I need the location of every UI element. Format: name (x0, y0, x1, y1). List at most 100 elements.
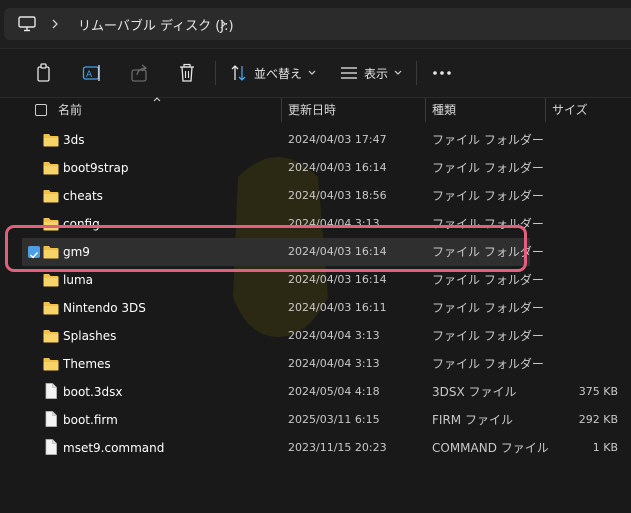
column-header-name[interactable]: 名前 (58, 98, 82, 122)
row-name[interactable]: boot9strap (63, 154, 129, 182)
rename-icon: A (82, 65, 100, 81)
folder-icon (43, 328, 59, 347)
select-all-checkbox[interactable] (35, 104, 47, 116)
row-type: ファイル フォルダー (432, 245, 544, 259)
row-date: 2024/04/03 16:14 (288, 161, 387, 174)
breadcrumb[interactable]: リムーバブル ディスク (J:) (4, 8, 631, 40)
table-row[interactable]: config 2024/04/04 3:13 ファイル フォルダー (22, 210, 544, 238)
sort-icon (231, 65, 246, 81)
column-header-size[interactable]: サイズ (552, 98, 588, 122)
table-row[interactable]: luma 2024/04/03 16:14 ファイル フォルダー (22, 266, 544, 294)
row-type: COMMAND ファイル (432, 441, 549, 455)
file-icon (45, 383, 57, 403)
folder-icon (43, 272, 59, 291)
row-name[interactable]: Themes (63, 350, 111, 378)
row-name[interactable]: luma (63, 266, 93, 294)
table-row-selected[interactable]: gm9 2024/04/03 16:14 ファイル フォルダー (22, 238, 544, 266)
row-name[interactable]: Splashes (63, 322, 116, 350)
row-date: 2023/11/15 20:23 (288, 441, 387, 454)
view-label: 表示 (364, 66, 389, 81)
row-type: ファイル フォルダー (432, 273, 544, 287)
row-name[interactable]: boot.firm (63, 406, 118, 434)
row-name[interactable]: Nintendo 3DS (63, 294, 146, 322)
row-type: 3DSX ファイル (432, 385, 517, 399)
row-type: ファイル フォルダー (432, 161, 544, 175)
folder-icon (43, 356, 59, 375)
row-name[interactable]: config (63, 210, 100, 238)
column-divider[interactable] (545, 98, 546, 122)
row-name[interactable]: mset9.command (63, 434, 164, 462)
row-checkbox-checked[interactable] (28, 246, 40, 259)
column-divider[interactable] (281, 98, 282, 122)
cut-icon (0, 63, 4, 83)
row-type: ファイル フォルダー (432, 217, 544, 231)
more-icon (433, 71, 451, 75)
sort-label: 並べ替え (254, 66, 303, 81)
row-name[interactable]: 3ds (63, 126, 85, 154)
delete-button[interactable] (178, 61, 196, 85)
table-row[interactable]: Nintendo 3DS 2024/04/03 16:11 ファイル フォルダー (22, 294, 544, 322)
row-type: FIRM ファイル (432, 413, 513, 427)
sort-button[interactable]: 並べ替え (230, 61, 316, 85)
trash-icon (180, 63, 194, 82)
share-icon (131, 64, 148, 82)
table-row[interactable]: Themes 2024/04/04 3:13 ファイル フォルダー (22, 350, 544, 378)
row-name[interactable]: cheats (63, 182, 103, 210)
row-size: 375 KB (578, 385, 618, 398)
row-date: 2024/05/04 4:18 (288, 385, 380, 398)
table-row[interactable]: boot.3dsx 2024/05/04 4:18 3DSX ファイル (22, 378, 530, 406)
toolbar-divider (416, 61, 417, 85)
table-row[interactable]: mset9.command 2023/11/15 20:23 COMMAND ファイ… (22, 434, 549, 462)
copy-icon (37, 63, 50, 82)
row-date: 2024/04/04 3:13 (288, 329, 380, 342)
row-date: 2024/04/04 3:13 (288, 217, 380, 230)
row-type: ファイル フォルダー (432, 189, 544, 203)
row-type: ファイル フォルダー (432, 133, 544, 147)
more-options-button[interactable] (432, 61, 452, 85)
row-name[interactable]: boot.3dsx (63, 378, 122, 406)
chevron-right-icon[interactable] (50, 17, 60, 31)
row-date: 2025/03/11 6:15 (288, 413, 380, 426)
view-button[interactable]: 表示 (340, 61, 402, 85)
folder-icon (43, 244, 59, 263)
rename-button[interactable]: A (82, 61, 102, 85)
folder-icon (43, 188, 59, 207)
folder-icon (43, 216, 59, 235)
folder-icon (43, 160, 59, 179)
row-name[interactable]: gm9 (63, 238, 90, 266)
share-button[interactable] (130, 61, 150, 85)
toolbar-divider (215, 61, 216, 85)
table-row[interactable]: Splashes 2024/04/04 3:13 ファイル フォルダー (22, 322, 544, 350)
copy-button[interactable] (35, 61, 53, 85)
row-date: 2024/04/03 16:11 (288, 301, 387, 314)
row-date: 2024/04/03 16:14 (288, 273, 387, 286)
row-date: 2024/04/03 18:56 (288, 189, 387, 202)
cut-button[interactable] (0, 61, 4, 85)
chevron-right-icon[interactable] (218, 17, 228, 31)
table-row[interactable]: boot9strap 2024/04/03 16:14 ファイル フォルダー (22, 154, 544, 182)
table-row[interactable]: 3ds 2024/04/03 17:47 ファイル フォルダー (22, 126, 544, 154)
table-row[interactable]: cheats 2024/04/03 18:56 ファイル フォルダー (22, 182, 544, 210)
column-header-type[interactable]: 種類 (432, 98, 456, 122)
file-icon (45, 411, 57, 431)
folder-icon (43, 132, 59, 151)
row-size: 1 KB (592, 441, 618, 454)
chevron-down-icon (308, 70, 316, 75)
breadcrumb-current-drive[interactable]: リムーバブル ディスク (J:) (78, 15, 234, 34)
row-type: ファイル フォルダー (432, 329, 544, 343)
row-size: 292 KB (578, 413, 618, 426)
folder-icon (43, 300, 59, 319)
row-type: ファイル フォルダー (432, 301, 544, 315)
chevron-down-icon (394, 70, 402, 75)
svg-text:A: A (86, 70, 93, 80)
column-header-row: 名前 更新日時 種類 サイズ (0, 97, 631, 122)
row-type: ファイル フォルダー (432, 357, 544, 371)
row-date: 2024/04/03 16:14 (288, 245, 387, 258)
command-bar: A 並べ替え 表示 (0, 49, 631, 98)
column-header-date[interactable]: 更新日時 (288, 98, 336, 122)
column-divider[interactable] (425, 98, 426, 122)
computer-icon[interactable] (18, 16, 36, 32)
checkmark-icon (30, 252, 39, 259)
file-icon (45, 439, 57, 459)
table-row[interactable]: boot.firm 2025/03/11 6:15 FIRM ファイル (22, 406, 530, 434)
